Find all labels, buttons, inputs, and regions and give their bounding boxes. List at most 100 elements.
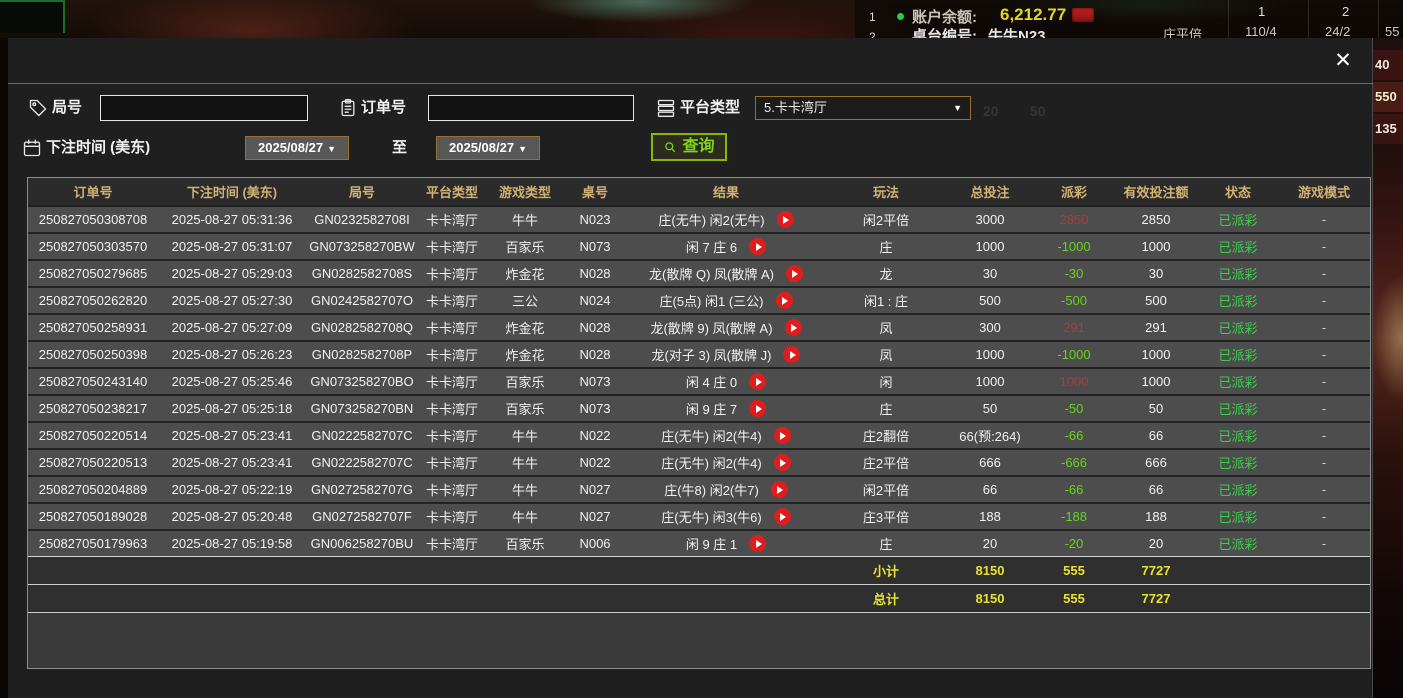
- play-video-button[interactable]: [774, 508, 791, 525]
- col-header-total-bet: 总投注: [946, 182, 1034, 201]
- table-row: 2508270502503982025-08-27 05:26:23GN0282…: [28, 340, 1370, 367]
- cell-game-mode: -: [1278, 293, 1370, 308]
- cell-result: 庄(无牛) 闲2(牛4): [626, 426, 826, 445]
- play-video-button[interactable]: [774, 427, 791, 444]
- cell-result: 龙(散牌 9) 凤(散牌 A): [626, 318, 826, 337]
- cell-result: 龙(散牌 Q) 凤(散牌 A): [626, 264, 826, 283]
- cell-game-mode: -: [1278, 239, 1370, 254]
- play-icon: [756, 378, 762, 386]
- col-header-game-type: 游戏类型: [486, 182, 564, 201]
- account-balance-label: 账户余额:: [912, 6, 977, 27]
- order-no-input[interactable]: [428, 95, 634, 121]
- cell-platform: 卡卡湾厅: [418, 507, 486, 526]
- table-row: 2508270503035702025-08-27 05:31:07GN0732…: [28, 232, 1370, 259]
- divider: [8, 83, 1373, 84]
- total-row-total-bet: 8150: [946, 591, 1034, 606]
- cell-result: 庄(无牛) 闲2(无牛): [626, 210, 826, 229]
- date-to-picker[interactable]: 2025/08/27▼: [436, 136, 540, 160]
- cell-game-no: GN0222582707C: [306, 428, 418, 443]
- cell-table-no: N028: [564, 266, 626, 281]
- cell-result: 龙(对子 3) 凤(散牌 J): [626, 345, 826, 364]
- table-empty-area: [28, 612, 1370, 668]
- cell-bet-time: 2025-08-27 05:23:41: [158, 428, 306, 443]
- play-video-button[interactable]: [783, 346, 800, 363]
- video-corner-box: [0, 0, 65, 33]
- bet-history-table: 订单号 下注时间 (美东) 局号 平台类型 游戏类型 桌号 结果 玩法 总投注 …: [27, 177, 1371, 669]
- cell-game-type: 三公: [486, 291, 564, 310]
- cell-status: 已派彩: [1198, 264, 1278, 283]
- cell-total-bet: 300: [946, 320, 1034, 335]
- cell-status: 已派彩: [1198, 399, 1278, 418]
- subtotal-row-payout: 555: [1034, 563, 1114, 578]
- cell-result: 闲 9 庄 7: [626, 399, 826, 418]
- query-button[interactable]: 查询: [651, 133, 727, 161]
- divider: [1308, 0, 1309, 38]
- game-no-input[interactable]: [100, 95, 308, 121]
- platform-type-value: 5.卡卡湾厅: [764, 100, 827, 115]
- clipboard-icon: [338, 98, 358, 118]
- cell-result: 闲 9 庄 1: [626, 534, 826, 553]
- cell-total-bet: 66: [946, 482, 1034, 497]
- date-to-label: 至: [392, 135, 407, 161]
- cell-play-type: 凤: [826, 318, 946, 337]
- cell-status: 已派彩: [1198, 345, 1278, 364]
- cell-bet-time: 2025-08-27 05:22:19: [158, 482, 306, 497]
- limit-col-header-2: 2: [1342, 4, 1349, 19]
- cell-table-no: N073: [564, 239, 626, 254]
- cell-valid-bet: 66: [1114, 482, 1198, 497]
- play-video-button[interactable]: [785, 319, 802, 336]
- cell-payout: -50: [1034, 401, 1114, 416]
- cell-platform: 卡卡湾厅: [418, 264, 486, 283]
- background-limit-cell: 550: [1373, 82, 1403, 112]
- divider: [1378, 0, 1379, 38]
- play-icon: [782, 297, 788, 305]
- date-from-picker[interactable]: 2025/08/27▼: [245, 136, 349, 160]
- platform-type-label: 平台类型: [680, 95, 740, 121]
- cell-game-no: GN0272582707F: [306, 509, 418, 524]
- background-limit-cell: 135: [1373, 114, 1403, 144]
- play-video-button[interactable]: [786, 265, 803, 282]
- cell-play-type: 闲2平倍: [826, 210, 946, 229]
- cell-play-type: 庄3平倍: [826, 507, 946, 526]
- platform-type-select[interactable]: 5.卡卡湾厅 ▼: [755, 96, 971, 120]
- result-text: 龙(散牌 Q) 凤(散牌 A): [649, 264, 774, 283]
- cell-payout: -188: [1034, 509, 1114, 524]
- cell-payout: -666: [1034, 455, 1114, 470]
- cell-game-no: GN0282582708S: [306, 266, 418, 281]
- cell-status: 已派彩: [1198, 210, 1278, 229]
- cell-game-mode: -: [1278, 482, 1370, 497]
- play-video-button[interactable]: [749, 373, 766, 390]
- cell-play-type: 闲: [826, 372, 946, 391]
- play-video-button[interactable]: [749, 535, 766, 552]
- total-row: 总计81505557727: [28, 584, 1370, 612]
- cell-order-id: 250827050243140: [28, 374, 158, 389]
- play-video-button[interactable]: [771, 481, 788, 498]
- cell-payout: -1000: [1034, 347, 1114, 362]
- result-text: 庄(牛8) 闲2(牛7): [664, 480, 759, 499]
- cell-game-no: GN0282582708P: [306, 347, 418, 362]
- play-video-button[interactable]: [774, 454, 791, 471]
- cell-game-type: 炸金花: [486, 264, 564, 283]
- cell-order-id: 250827050258931: [28, 320, 158, 335]
- cell-valid-bet: 20: [1114, 536, 1198, 551]
- cell-payout: -1000: [1034, 239, 1114, 254]
- play-video-button[interactable]: [777, 211, 794, 228]
- cell-payout: -500: [1034, 293, 1114, 308]
- play-icon: [777, 486, 783, 494]
- search-icon: [663, 140, 678, 155]
- close-button[interactable]: ✕: [1330, 48, 1356, 74]
- cell-total-bet: 30: [946, 266, 1034, 281]
- cell-result: 庄(无牛) 闲3(牛6): [626, 507, 826, 526]
- play-video-button[interactable]: [749, 238, 766, 255]
- total-row-payout: 555: [1034, 591, 1114, 606]
- cell-table-no: N073: [564, 374, 626, 389]
- background-limit-cell: 40: [1373, 50, 1403, 80]
- play-video-button[interactable]: [776, 292, 793, 309]
- chevron-down-icon: ▼: [953, 97, 962, 119]
- play-video-button[interactable]: [749, 400, 766, 417]
- cell-order-id: 250827050220513: [28, 455, 158, 470]
- background-right-strip: 40 550 135: [1373, 38, 1403, 698]
- col-header-payout: 派彩: [1034, 182, 1114, 201]
- cell-game-no: GN006258270BU: [306, 536, 418, 551]
- cell-valid-bet: 1000: [1114, 239, 1198, 254]
